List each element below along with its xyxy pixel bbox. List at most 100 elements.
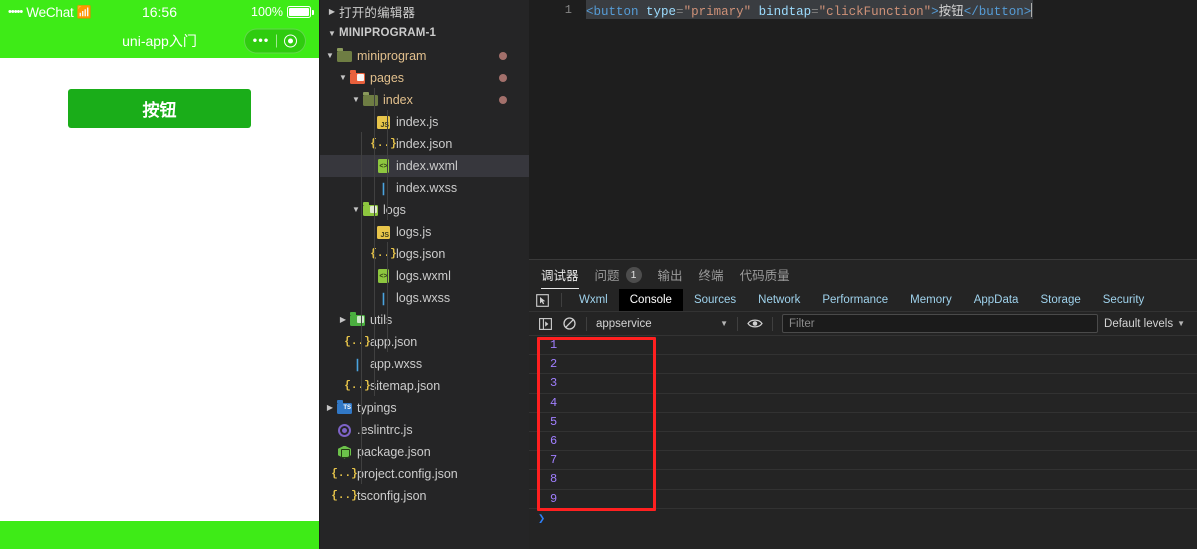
tree-item--eslintrc-js[interactable]: .eslintrc.js xyxy=(320,419,529,441)
clear-console-icon[interactable] xyxy=(557,314,581,334)
indent-guide xyxy=(387,110,388,220)
phone-nav-bar: uni-app入门 ••• xyxy=(0,24,319,58)
console-levels-label: Default levels xyxy=(1104,317,1174,330)
panel-tab-输出[interactable]: 输出 xyxy=(658,265,683,289)
devtools-tab-wxml[interactable]: Wxml xyxy=(568,289,619,311)
console-filter-input[interactable] xyxy=(789,317,1092,330)
phone-tab-bar[interactable] xyxy=(0,521,319,549)
tree-item-label: index.js xyxy=(396,115,439,129)
folder-pages-icon xyxy=(349,70,366,84)
json-file-icon: {..} xyxy=(370,248,397,260)
chevron-right-icon[interactable]: ▶ xyxy=(324,397,336,419)
panel-tab-label: 终端 xyxy=(698,269,724,283)
wechat-capsule-button[interactable]: ••• xyxy=(244,28,306,54)
tree-item-package-json[interactable]: package.json xyxy=(320,441,529,463)
more-dots-icon[interactable]: ••• xyxy=(253,33,270,46)
code-editor[interactable]: 1 <button type="primary" bindtap="clickF… xyxy=(529,0,1197,259)
tree-item-label: logs.wxss xyxy=(396,291,451,305)
tree-item-index-js[interactable]: JS index.js xyxy=(320,111,529,133)
modified-indicator-dot xyxy=(499,96,507,104)
app-window: ••••• WeChat 📶 16:56 100% uni-app入门 ••• … xyxy=(0,0,1197,549)
target-circle-icon[interactable] xyxy=(284,34,298,48)
console-levels-select[interactable]: Default levels ▼ xyxy=(1104,318,1193,330)
panel-tab-label: 代码质量 xyxy=(739,269,790,283)
tree-item-miniprogram[interactable]: ▼ miniprogram xyxy=(320,45,529,67)
wifi-icon: 📶 xyxy=(76,5,92,19)
tree-item-logs[interactable]: ▼ logs xyxy=(320,199,529,221)
console-log-value: 6 xyxy=(550,434,558,449)
tree-item-label: app.wxss xyxy=(370,357,423,371)
tree-item-logs-wxss[interactable]: 丨 logs.wxss xyxy=(320,287,529,309)
tree-item-logs-json[interactable]: {..} logs.json xyxy=(320,243,529,265)
inspect-element-icon[interactable] xyxy=(529,289,555,311)
chevron-down-icon[interactable]: ▼ xyxy=(324,45,336,67)
chevron-down-icon[interactable]: ▼ xyxy=(350,89,362,111)
devtools-tab-storage[interactable]: Storage xyxy=(1029,289,1091,311)
tree-item-label: index.wxss xyxy=(396,181,458,195)
tree-item-label: project.config.json xyxy=(357,467,458,481)
tree-item-sitemap-json[interactable]: {..} sitemap.json xyxy=(320,375,529,397)
tree-item-app-wxss[interactable]: 丨 app.wxss xyxy=(320,353,529,375)
devtools-tab-console[interactable]: Console xyxy=(618,289,683,311)
open-editors-section[interactable]: ▶ 打开的编辑器 xyxy=(320,0,529,22)
console-log-value: 1 xyxy=(550,338,558,353)
panel-tab-代码质量[interactable]: 代码质量 xyxy=(740,265,790,289)
code-token: = xyxy=(676,5,684,19)
console-prompt[interactable]: ❯ xyxy=(529,509,1197,528)
tree-item-app-json[interactable]: {..} app.json xyxy=(320,331,529,353)
capsule-divider xyxy=(276,34,278,48)
tab-divider xyxy=(561,293,562,307)
tree-item-project-config-json[interactable]: {..} project.config.json xyxy=(320,463,529,485)
primary-button[interactable]: 按钮 xyxy=(68,89,251,128)
tree-item-label: tsconfig.json xyxy=(357,489,427,503)
toolbar-divider-2 xyxy=(737,316,738,331)
devtools-tab-security[interactable]: Security xyxy=(1092,289,1156,311)
tree-item-typings[interactable]: ▶ typings xyxy=(320,397,529,419)
tree-item-logs-wxml[interactable]: <> logs.wxml xyxy=(320,265,529,287)
console-log-value: 5 xyxy=(550,414,558,429)
tree-item-label: miniprogram xyxy=(357,49,427,63)
devtools-tab-network[interactable]: Network xyxy=(747,289,811,311)
devtools-tab-appdata[interactable]: AppData xyxy=(963,289,1030,311)
signal-dots-icon: ••••• xyxy=(8,6,23,18)
project-label: MINIPROGRAM-1 xyxy=(339,27,437,39)
devtools-tab-performance[interactable]: Performance xyxy=(811,289,899,311)
chevron-down-icon[interactable]: ▼ xyxy=(337,67,349,89)
tree-item-utils[interactable]: ▶ utils xyxy=(320,309,529,331)
tree-item-logs-js[interactable]: JS logs.js xyxy=(320,221,529,243)
project-section[interactable]: ▼ MINIPROGRAM-1 xyxy=(320,22,529,44)
json-file-icon: {..} xyxy=(344,380,371,392)
panel-tab-label: 问题 xyxy=(594,269,620,283)
tree-item-index-wxss[interactable]: 丨 index.wxss xyxy=(320,177,529,199)
json-file-icon: {..} xyxy=(370,138,397,150)
console-context-select[interactable]: appservice ▼ xyxy=(592,315,732,333)
js-file-icon: JS xyxy=(375,225,392,239)
console-filter-box[interactable] xyxy=(782,314,1099,333)
tree-item-pages[interactable]: ▼ pages xyxy=(320,67,529,89)
tree-item-index-json[interactable]: {..} index.json xyxy=(320,133,529,155)
panel-tab-终端[interactable]: 终端 xyxy=(699,265,724,289)
tree-item-label: index.json xyxy=(396,137,453,151)
code-token: <button xyxy=(586,5,639,19)
chevron-right-icon: ▶ xyxy=(328,6,336,16)
devtools-tab-sources[interactable]: Sources xyxy=(683,289,747,311)
panel-tab-问题[interactable]: 问题 1 xyxy=(595,265,642,289)
panel-tab-label: 输出 xyxy=(657,269,683,283)
modified-indicator-dot xyxy=(499,74,507,82)
console-log-row: 8 xyxy=(529,470,1197,490)
right-pane: 1 <button type="primary" bindtap="clickF… xyxy=(529,0,1197,549)
tree-item-index-wxml[interactable]: <> index.wxml xyxy=(320,155,529,177)
panel-tab-调试器[interactable]: 调试器 xyxy=(541,265,579,289)
wxss-file-icon: 丨 xyxy=(376,181,390,197)
indent-guide xyxy=(361,132,362,484)
open-editors-label: 打开的编辑器 xyxy=(339,5,416,20)
console-output-area[interactable]: 1 2 3 4 5 6 7 8 9 ❯ xyxy=(529,336,1197,549)
tree-item-tsconfig-json[interactable]: {..} tsconfig.json xyxy=(320,485,529,507)
live-expression-eye-icon[interactable] xyxy=(743,314,767,334)
code-text-selected[interactable]: <button type="primary" bindtap="clickFun… xyxy=(586,0,1034,19)
devtools-tab-memory[interactable]: Memory xyxy=(899,289,963,311)
chevron-right-icon[interactable]: ▶ xyxy=(337,309,349,331)
tree-item-index[interactable]: ▼ index xyxy=(320,89,529,111)
console-sidebar-icon[interactable] xyxy=(533,314,557,334)
